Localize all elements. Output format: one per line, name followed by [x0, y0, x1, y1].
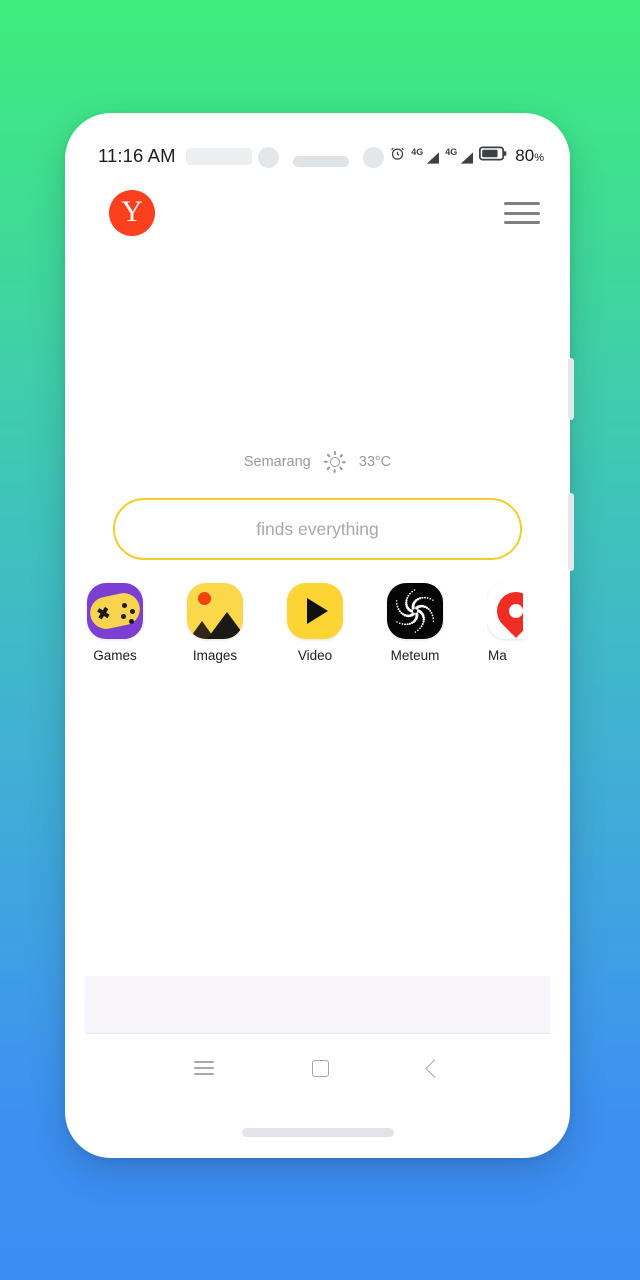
service-item-video[interactable]: Video [287, 583, 343, 663]
status-bar-icons: 4G 4G 80% [390, 146, 544, 166]
home-indicator[interactable] [241, 1128, 394, 1137]
weather-temperature-label: 33°C [358, 454, 392, 470]
meteum-icon [387, 583, 443, 639]
sun-core [329, 457, 340, 467]
service-label-meteum: Meteum [390, 648, 440, 663]
image-mountain-large [207, 612, 243, 639]
hamburger-menu-icon[interactable] [504, 199, 540, 227]
earpiece-speaker [292, 156, 349, 167]
weather-widget[interactable]: Semarang 33°C [65, 451, 570, 473]
power-button[interactable] [568, 493, 574, 571]
battery-percent-value: 80 [515, 146, 535, 165]
network-type-label-1: 4G [411, 146, 424, 157]
video-icon [287, 583, 343, 639]
screenshot-root: 11:16 AM 4G 4G 80% Y Semarang 33°C finds… [0, 0, 640, 1280]
front-camera-icon [257, 146, 279, 168]
volume-button[interactable] [568, 358, 574, 420]
menu-line-1 [504, 202, 540, 205]
alarm-icon [390, 146, 405, 166]
service-label-maps: Ma [488, 648, 507, 663]
search-input[interactable]: finds everything [113, 498, 522, 560]
phone-frame: 11:16 AM 4G 4G 80% Y Semarang 33°C finds… [65, 113, 574, 1158]
map-pin-hole [509, 604, 523, 618]
search-placeholder: finds everything [256, 518, 379, 539]
images-icon [187, 583, 243, 639]
status-bar-redacted-area [185, 147, 252, 165]
menu-line-3 [504, 221, 540, 224]
bottom-content-panel [85, 976, 550, 1034]
games-icon: ✖ [87, 583, 143, 639]
play-triangle [307, 598, 328, 624]
weather-city-label: Semarang [243, 454, 311, 470]
app-header: Y [65, 175, 570, 251]
status-bar: 11:16 AM 4G 4G 80% [65, 139, 570, 173]
sunny-icon [323, 451, 346, 473]
meteum-spiral [395, 589, 435, 633]
back-icon[interactable] [425, 1058, 444, 1078]
service-label-games: Games [93, 648, 137, 663]
yandex-logo-icon[interactable]: Y [109, 190, 155, 236]
service-item-images[interactable]: Images [187, 583, 243, 663]
network-type-label-2: 4G [445, 146, 458, 157]
home-icon[interactable] [312, 1059, 330, 1077]
signal-4g-sim1-icon: 4G [411, 146, 440, 165]
status-bar-clock: 11:16 AM [98, 145, 176, 166]
sensor-icon [362, 146, 384, 168]
signal-4g-sim2-icon: 4G [445, 146, 474, 165]
battery-icon [479, 146, 507, 166]
service-label-video: Video [297, 648, 333, 663]
recent-apps-icon[interactable] [194, 1061, 215, 1075]
service-label-images: Images [192, 648, 238, 663]
maps-icon [487, 583, 523, 639]
service-item-games[interactable]: ✖ Games [87, 583, 143, 663]
service-shortcuts-row[interactable]: ✖ Games Images Video Meteum Ma [65, 583, 570, 683]
image-sun-shape [198, 592, 211, 605]
battery-percent-label: 80% [515, 146, 544, 166]
menu-line-2 [504, 211, 540, 215]
phone-notch-hardware [252, 146, 391, 168]
percent-symbol: % [534, 152, 544, 164]
service-item-meteum[interactable]: Meteum [387, 583, 443, 663]
service-item-maps[interactable]: Ma [487, 583, 523, 663]
android-nav-bar [65, 1038, 570, 1098]
